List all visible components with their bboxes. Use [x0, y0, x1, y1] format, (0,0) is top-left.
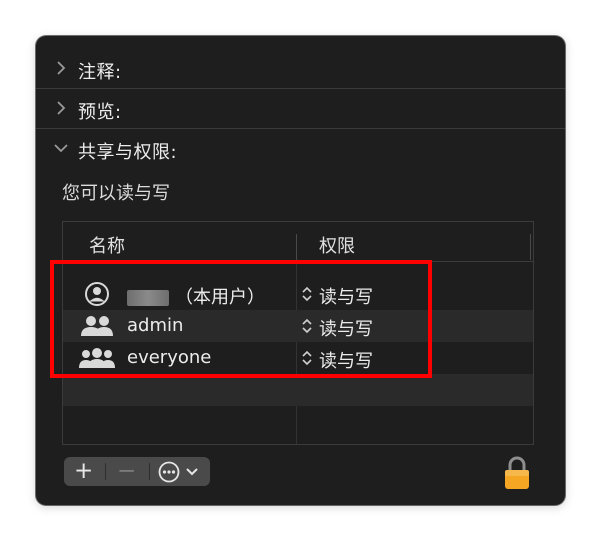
- row-name: （本用户）: [127, 283, 265, 309]
- empty-row: [63, 374, 533, 406]
- section-title: 注释:: [78, 62, 122, 83]
- info-panel: 注释: 预览: 共享与权限: 您可以读与写 名称 权限 （本用户） 读与写 ad…: [36, 36, 565, 505]
- table-header: 名称 权限: [63, 222, 533, 262]
- remove-button[interactable]: −: [106, 457, 146, 486]
- section-sharing-permissions[interactable]: 共享与权限:: [36, 128, 565, 168]
- chevron-right-icon[interactable]: [54, 101, 68, 115]
- section-preview[interactable]: 预览:: [36, 88, 565, 129]
- permission-select[interactable]: 读与写: [319, 347, 373, 373]
- group-icon: [81, 316, 113, 336]
- permissions-table: 名称 权限 （本用户） 读与写 admin 读与写 everyone 读与写: [62, 221, 534, 445]
- updown-arrows-icon[interactable]: [301, 286, 313, 302]
- table-row[interactable]: （本用户） 读与写: [63, 278, 533, 310]
- table-row[interactable]: everyone 读与写: [63, 342, 533, 374]
- user-circle-icon: [85, 282, 109, 306]
- lock-icon[interactable]: [502, 455, 532, 491]
- row-name: everyone: [127, 347, 212, 368]
- chevron-right-icon[interactable]: [54, 61, 68, 75]
- column-header-name[interactable]: 名称: [89, 232, 125, 258]
- table-row[interactable]: admin 读与写: [63, 310, 533, 342]
- updown-arrows-icon[interactable]: [301, 318, 313, 334]
- ellipsis-circle-icon: [158, 461, 180, 483]
- section-title: 共享与权限:: [78, 142, 178, 163]
- section-comments[interactable]: 注释:: [36, 48, 565, 89]
- redacted-username: [127, 290, 169, 306]
- action-menu-button[interactable]: [150, 457, 210, 486]
- empty-row: [63, 406, 533, 438]
- chevron-down-icon: [186, 468, 198, 476]
- permission-note: 您可以读与写: [62, 183, 170, 204]
- column-divider[interactable]: [530, 234, 531, 260]
- everyone-icon: [79, 348, 115, 368]
- column-header-permission[interactable]: 权限: [319, 232, 355, 258]
- add-button[interactable]: +: [64, 457, 102, 486]
- permission-select[interactable]: 读与写: [319, 283, 373, 309]
- section-title: 预览:: [78, 102, 122, 123]
- updown-arrows-icon[interactable]: [301, 350, 313, 366]
- column-divider[interactable]: [296, 234, 297, 260]
- permission-select[interactable]: 读与写: [319, 315, 373, 341]
- chevron-down-icon[interactable]: [54, 141, 68, 155]
- row-name: admin: [127, 315, 184, 336]
- permissions-toolbar: + −: [64, 457, 210, 486]
